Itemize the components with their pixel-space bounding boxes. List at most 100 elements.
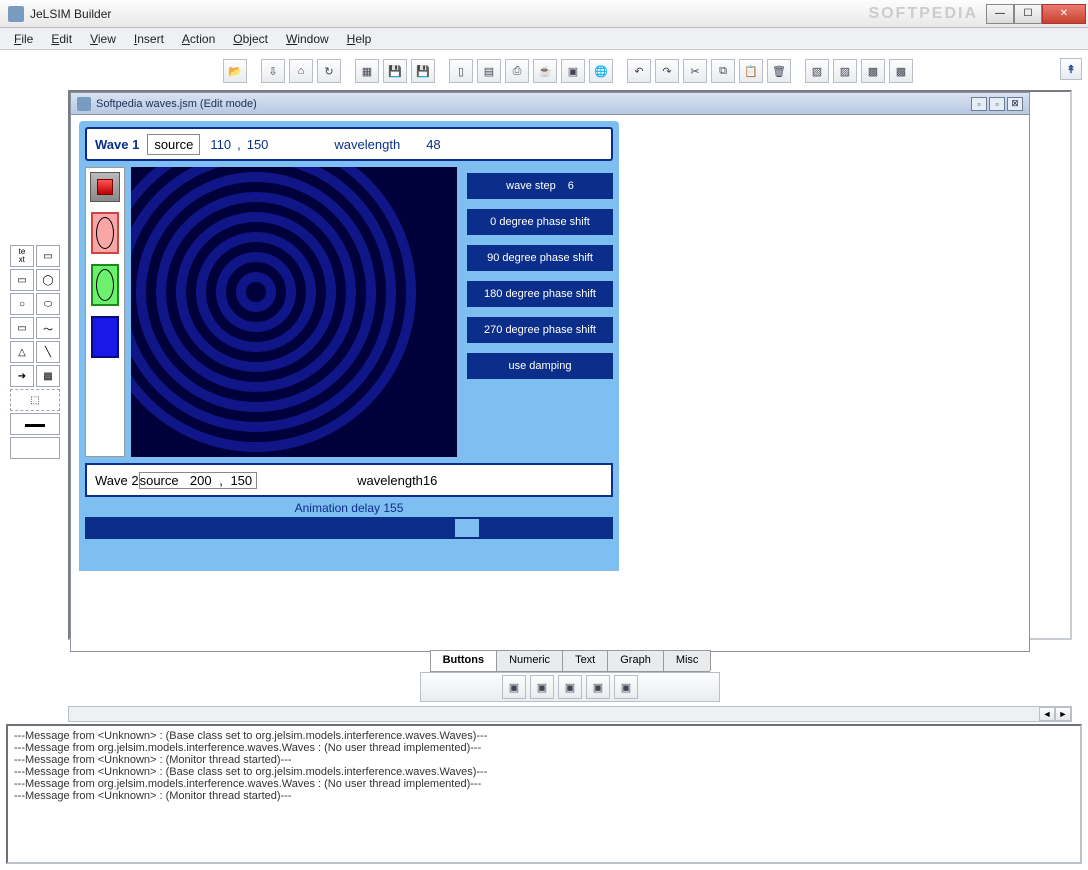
- phase-90-button[interactable]: 90 degree phase shift: [467, 245, 613, 271]
- menubar: File Edit View Insert Action Object Wind…: [0, 28, 1088, 50]
- line-tool[interactable]: ╲: [36, 341, 60, 363]
- rounded-rect-tool[interactable]: ▭: [36, 245, 60, 267]
- top-toolbar: 📂 ⇩ ⌂ ↻ ▦ 💾 💾 ▯ ▤ ⎙ ☕ ▣ 🌐 ↶ ↷ ✂ ⧉ 📋 🗑 ▧ …: [60, 56, 1076, 86]
- green-swatch[interactable]: [91, 264, 119, 306]
- tab-numeric[interactable]: Numeric: [496, 650, 563, 671]
- menu-view[interactable]: View: [82, 30, 124, 48]
- wave1-source-y[interactable]: 150: [241, 137, 275, 152]
- export-icon[interactable]: ▤: [477, 59, 501, 83]
- frame-close-button[interactable]: ⊠: [1007, 97, 1023, 111]
- web-icon[interactable]: 🌐: [589, 59, 613, 83]
- animation-delay-slider[interactable]: [85, 517, 613, 539]
- back-icon[interactable]: ▩: [889, 59, 913, 83]
- phase-0-button[interactable]: 0 degree phase shift: [467, 209, 613, 235]
- model-icon[interactable]: ⌂: [289, 59, 313, 83]
- stop-button[interactable]: [90, 172, 120, 202]
- selection-tool[interactable]: ⬚: [10, 389, 60, 411]
- blank-tool[interactable]: [10, 437, 60, 459]
- scroll-right-icon[interactable]: ►: [1055, 707, 1071, 721]
- saveall-icon[interactable]: 💾: [411, 59, 435, 83]
- simulation-panel: Wave 1 source 110 , 150 wavelength 48: [79, 121, 619, 571]
- applet-icon[interactable]: ☕: [533, 59, 557, 83]
- damping-button[interactable]: use damping: [467, 353, 613, 379]
- tab-buttons[interactable]: Buttons: [430, 650, 498, 671]
- menu-object[interactable]: Object: [225, 30, 276, 48]
- frame-minimize-button[interactable]: ▫: [971, 97, 987, 111]
- phase-270-button[interactable]: 270 degree phase shift: [467, 317, 613, 343]
- oval-tool[interactable]: ⬭: [36, 293, 60, 315]
- menu-insert[interactable]: Insert: [126, 30, 172, 48]
- wave1-wavelength-value[interactable]: 48: [420, 137, 446, 152]
- doc-icon[interactable]: ▯: [449, 59, 473, 83]
- internal-frame: Softpedia waves.jsm (Edit mode) ▫ ▫ ⊠ Wa…: [70, 92, 1030, 652]
- scroll-left-icon[interactable]: ◄: [1039, 707, 1055, 721]
- close-button[interactable]: ✕: [1042, 4, 1086, 24]
- red-swatch[interactable]: [91, 212, 119, 254]
- maximize-button[interactable]: ☐: [1014, 4, 1042, 24]
- menu-file[interactable]: File: [6, 30, 41, 48]
- paste-icon[interactable]: 📋: [739, 59, 763, 83]
- watermark: SOFTPEDIA: [868, 5, 978, 23]
- component-button-1[interactable]: ▣: [502, 675, 526, 699]
- console-line: ---Message from <Unknown> : (Base class …: [14, 730, 1074, 742]
- menu-window[interactable]: Window: [278, 30, 337, 48]
- ellipse-tool[interactable]: ◯: [36, 269, 60, 291]
- rect2-tool[interactable]: ▭: [10, 317, 34, 339]
- open-icon[interactable]: 📂: [223, 59, 247, 83]
- copy-icon[interactable]: ⧉: [711, 59, 735, 83]
- frame-maximize-button[interactable]: ▫: [989, 97, 1005, 111]
- import-icon[interactable]: ⇩: [261, 59, 285, 83]
- layers-tool[interactable]: ▬▬: [10, 413, 60, 435]
- rect-tool[interactable]: ▭: [10, 269, 34, 291]
- slider-thumb[interactable]: [455, 519, 479, 537]
- horizontal-scrollbar[interactable]: ◄ ►: [68, 706, 1072, 722]
- wave2-wavelength-value[interactable]: 16: [423, 473, 437, 488]
- text-tool[interactable]: text: [10, 245, 34, 267]
- menu-help[interactable]: Help: [339, 30, 380, 48]
- undo-icon[interactable]: ↶: [627, 59, 651, 83]
- console-line: ---Message from <Unknown> : (Base class …: [14, 766, 1074, 778]
- tool-palette: text▭ ▭◯ ○⬭ ▭〜 △╲ ➔▩ ⬚ ▬▬: [10, 245, 62, 461]
- console-line: ---Message from <Unknown> : (Monitor thr…: [14, 754, 1074, 766]
- frame-icon: [77, 97, 91, 111]
- wave2-wavelength-label: wavelength: [357, 473, 423, 488]
- component-button-5[interactable]: ▣: [614, 675, 638, 699]
- phase-180-button[interactable]: 180 degree phase shift: [467, 281, 613, 307]
- window-titlebar: JeLSIM Builder SOFTPEDIA — ☐ ✕: [0, 0, 1088, 28]
- wave1-source-x[interactable]: 110: [204, 137, 237, 152]
- triangle-tool[interactable]: △: [10, 341, 34, 363]
- tab-misc[interactable]: Misc: [663, 650, 712, 671]
- console-line: ---Message from <Unknown> : (Monitor thr…: [14, 790, 1074, 802]
- delete-icon[interactable]: 🗑: [767, 59, 791, 83]
- run-icon[interactable]: ▣: [561, 59, 585, 83]
- print-icon[interactable]: ⎙: [505, 59, 529, 83]
- arrow-tool[interactable]: ➔: [10, 365, 34, 387]
- wave2-source-x[interactable]: 200: [186, 473, 216, 488]
- component-button-3[interactable]: ▣: [558, 675, 582, 699]
- save-icon[interactable]: 💾: [383, 59, 407, 83]
- redo-icon[interactable]: ↷: [655, 59, 679, 83]
- tab-text[interactable]: Text: [562, 650, 608, 671]
- polyline-tool[interactable]: 〜: [36, 317, 60, 339]
- blue-swatch[interactable]: [91, 316, 119, 358]
- image-tool[interactable]: ▩: [36, 365, 60, 387]
- lock-icon[interactable]: ↟: [1060, 58, 1082, 80]
- wave1-bar: Wave 1 source 110 , 150 wavelength 48: [85, 127, 613, 161]
- reload-icon[interactable]: ↻: [317, 59, 341, 83]
- minimize-button[interactable]: —: [986, 4, 1014, 24]
- circle-tool[interactable]: ○: [10, 293, 34, 315]
- component-button-2[interactable]: ▣: [530, 675, 554, 699]
- tab-graph[interactable]: Graph: [607, 650, 664, 671]
- message-console[interactable]: ---Message from <Unknown> : (Base class …: [6, 724, 1082, 864]
- design-canvas[interactable]: Softpedia waves.jsm (Edit mode) ▫ ▫ ⊠ Wa…: [68, 90, 1072, 640]
- menu-edit[interactable]: Edit: [43, 30, 80, 48]
- new-icon[interactable]: ▦: [355, 59, 379, 83]
- menu-action[interactable]: Action: [174, 30, 223, 48]
- internal-frame-titlebar[interactable]: Softpedia waves.jsm (Edit mode) ▫ ▫ ⊠: [71, 93, 1029, 115]
- front-icon[interactable]: ▩: [861, 59, 885, 83]
- wave2-source-y[interactable]: 150: [226, 473, 256, 488]
- ungroup-icon[interactable]: ▨: [833, 59, 857, 83]
- group-icon[interactable]: ▧: [805, 59, 829, 83]
- component-button-4[interactable]: ▣: [586, 675, 610, 699]
- cut-icon[interactable]: ✂: [683, 59, 707, 83]
